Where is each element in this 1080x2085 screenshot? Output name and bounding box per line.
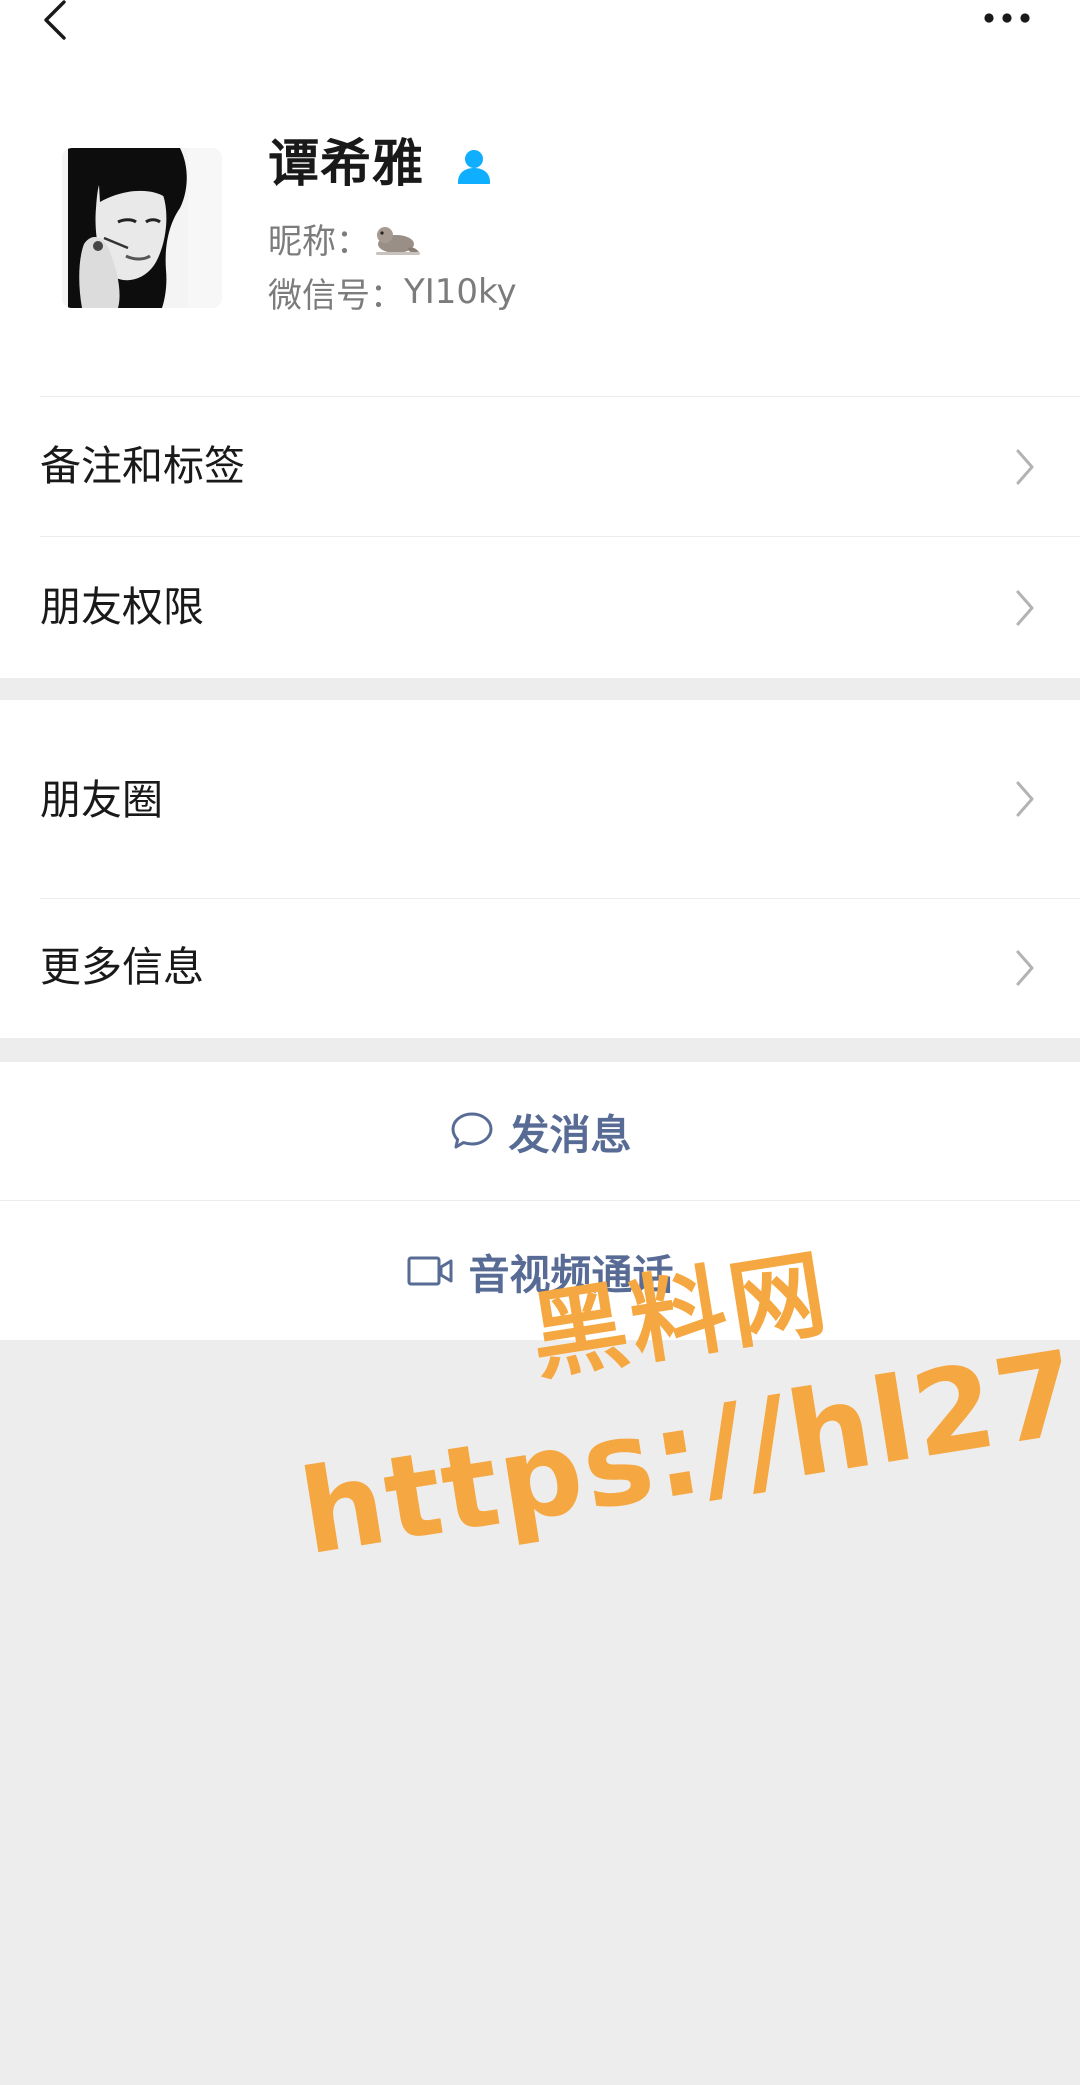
- menu-item-more-info[interactable]: 更多信息: [0, 899, 1080, 1038]
- chevron-right-icon: [1016, 950, 1034, 986]
- menu-item-remarks-tags[interactable]: 备注和标签: [0, 397, 1080, 536]
- nickname-label: 昵称：: [268, 221, 370, 262]
- contact-name: 谭希雅: [268, 135, 425, 194]
- person-gender-icon: [458, 150, 490, 184]
- menu-item-moments[interactable]: 朋友圈: [0, 700, 1080, 898]
- chevron-right-icon: [1016, 590, 1034, 626]
- menu-label: 朋友权限: [40, 583, 204, 631]
- back-chevron-icon[interactable]: [38, 0, 72, 42]
- chevron-right-icon: [1016, 449, 1034, 485]
- menu-item-friend-permissions[interactable]: 朋友权限: [0, 537, 1080, 677]
- menu-label: 朋友圈: [40, 776, 163, 824]
- profile-section: 谭希雅 昵称： 微信号： YI10ky 备注和标签 朋友权限: [0, 0, 1080, 678]
- video-camera-icon: [407, 1256, 452, 1285]
- actions-section: 发消息 音视频通话: [0, 1062, 1080, 1340]
- menu-label: 备注和标签: [40, 442, 245, 490]
- avatar[interactable]: [62, 148, 222, 308]
- chat-bubble-icon: [451, 1112, 492, 1149]
- seal-emoji-icon: [376, 227, 420, 255]
- wechat-id-label: 微信号：: [268, 275, 404, 316]
- wechat-id-value: YI10ky: [404, 272, 517, 312]
- video-call-label: 音视频通话: [468, 1250, 674, 1299]
- menu-label: 更多信息: [40, 943, 204, 991]
- wechat-id-row: 微信号： YI10ky: [268, 268, 517, 316]
- more-ellipsis-icon[interactable]: [982, 8, 1032, 28]
- moments-section: 朋友圈 更多信息: [0, 700, 1080, 1038]
- send-message-label: 发消息: [508, 1111, 632, 1159]
- video-call-button[interactable]: 音视频通话: [0, 1201, 1080, 1340]
- avatar-image: [62, 148, 222, 308]
- chevron-right-icon: [1016, 781, 1034, 817]
- send-message-button[interactable]: 发消息: [0, 1062, 1080, 1200]
- nickname-row: 昵称：: [268, 214, 422, 262]
